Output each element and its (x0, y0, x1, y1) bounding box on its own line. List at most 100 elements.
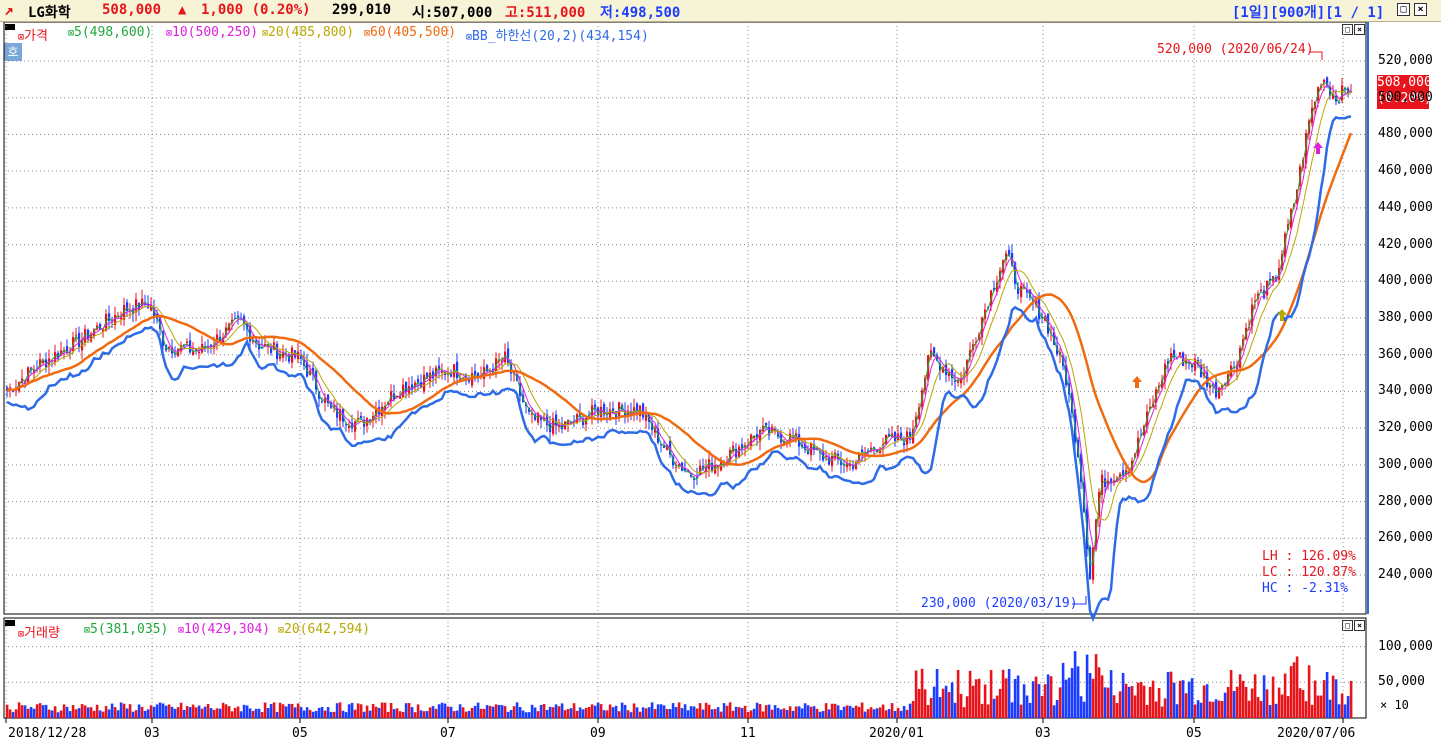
ma20-line (6, 90, 1352, 521)
volume-bar (1076, 666, 1080, 718)
volume-bar (734, 706, 738, 718)
volume-bar (95, 704, 99, 718)
restore-icon[interactable]: □ (1397, 3, 1410, 16)
volume-bar (929, 698, 933, 718)
volume-bar (920, 668, 924, 718)
volume-bar (230, 711, 234, 718)
volume-bar (674, 707, 678, 718)
volume-bar (1145, 704, 1149, 718)
volume-bar (53, 706, 57, 718)
trend-arrow-icon[interactable]: ↗ (4, 0, 14, 19)
volume-bar (1172, 682, 1176, 718)
volume-bar (1067, 677, 1071, 718)
price-change: 1,000 (0.20%) (201, 2, 311, 18)
period-selector[interactable]: [1일][900개][1 / 1] (1232, 2, 1384, 22)
volume-bar (329, 711, 333, 718)
volume-bar (827, 709, 831, 718)
volume-bar (113, 707, 117, 718)
volume-bar (167, 704, 171, 718)
volume-bar (5, 704, 9, 718)
volume-bar (851, 707, 855, 718)
volume-bar (62, 704, 66, 718)
volume-bar (833, 703, 837, 718)
candle-body (1104, 478, 1107, 487)
volume-bar (479, 708, 483, 718)
volume-bar (593, 705, 597, 718)
volume-bar (812, 706, 816, 718)
volume-bar (773, 705, 777, 718)
volume-bar (1028, 702, 1032, 718)
volume-bar (1010, 702, 1014, 718)
volume-bar (572, 703, 576, 718)
volume-bar (944, 685, 948, 718)
volume-bar (392, 709, 396, 718)
volume-bar (1091, 678, 1095, 718)
volume-bar (311, 711, 315, 718)
stock-chart[interactable] (0, 22, 1441, 745)
volume-bar (710, 709, 714, 718)
volume-bar (656, 704, 660, 718)
volume-bar (446, 706, 450, 718)
volume-bar (323, 710, 327, 718)
volume-bar (101, 711, 105, 718)
high-marker (1310, 51, 1323, 60)
volume-bar (1313, 680, 1317, 718)
volume-bar (1274, 703, 1278, 718)
volume-bar (92, 710, 96, 718)
volume-bar (911, 701, 915, 718)
volume-bar (1229, 670, 1233, 718)
volume-bar (1226, 686, 1230, 718)
volume-bar (185, 706, 189, 718)
volume-bar (524, 712, 528, 718)
volume-bar (374, 706, 378, 718)
volume-bar (1271, 676, 1275, 718)
candle-body (405, 381, 408, 393)
volume-bar (599, 704, 603, 718)
volume-bar (506, 711, 510, 718)
candle-body (675, 466, 678, 468)
volume-bar (809, 706, 813, 718)
volume-bar (1202, 685, 1206, 718)
volume-bar (188, 707, 192, 718)
volume-bar (1220, 700, 1224, 718)
volume-bar (1340, 693, 1344, 718)
volume-bar (1178, 680, 1182, 718)
volume-bar (842, 706, 846, 718)
volume-bar (47, 709, 51, 718)
volume-bar (1148, 686, 1152, 718)
volume-bar (56, 712, 60, 718)
volume-bar (1127, 686, 1131, 718)
volume-bar (389, 702, 393, 718)
stock-name[interactable]: LG화학 (28, 2, 71, 22)
volume-bar (629, 712, 633, 718)
bb-lower-line (6, 115, 1352, 623)
volume-bar (452, 711, 456, 718)
volume-bar (785, 710, 789, 718)
volume-bar (1019, 704, 1023, 718)
volume-bar (1103, 687, 1107, 718)
volume-bar (398, 711, 402, 718)
volume-bar (584, 707, 588, 718)
volume-bar (686, 710, 690, 718)
volume-bar (1325, 671, 1329, 718)
volume-bar (338, 702, 342, 718)
volume-bar (1064, 679, 1068, 718)
volume-bar (26, 708, 30, 718)
volume-bar (680, 708, 684, 718)
volume-bar (74, 709, 78, 718)
volume-bar (653, 709, 657, 718)
volume-bar (518, 707, 522, 718)
volume-bar (632, 703, 636, 718)
volume-bar (530, 704, 534, 718)
volume-bar (263, 702, 267, 718)
volume-bar (596, 702, 600, 718)
volume-bar (776, 708, 780, 718)
volume-bar (443, 703, 447, 718)
volume-bar (989, 670, 993, 718)
volume-bar (908, 703, 912, 718)
volume-bar (830, 703, 834, 718)
volume-bar (968, 670, 972, 718)
volume-bar (200, 708, 204, 718)
volume-bar (224, 704, 228, 718)
close-icon[interactable]: × (1414, 3, 1427, 16)
